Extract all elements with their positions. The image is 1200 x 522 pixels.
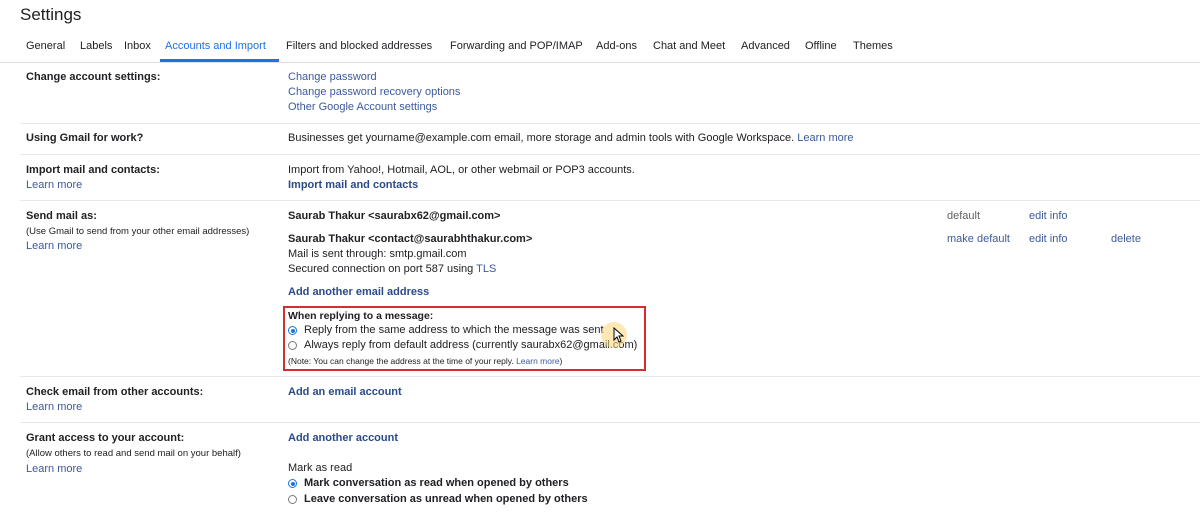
send-mail-label: Send mail as: (26, 210, 97, 222)
check-email-learn-more[interactable]: Learn more (26, 401, 82, 413)
add-email-account-button[interactable]: Add an email account (288, 386, 402, 398)
gmail-work-learn-more[interactable]: Learn more (797, 132, 853, 144)
mark-read-label[interactable]: Mark conversation as read when opened by… (304, 477, 569, 489)
gmail-work-description: Businesses get yourname@example.com emai… (288, 132, 795, 144)
gmail-work-label: Using Gmail for work? (26, 132, 144, 144)
active-tab-indicator (160, 59, 279, 62)
change-account-label: Change account settings: (26, 71, 161, 83)
add-email-address-button[interactable]: Add another email address (288, 286, 429, 298)
change-password-link[interactable]: Change password (288, 71, 377, 83)
row-divider (20, 200, 1200, 201)
send-mail-learn-more[interactable]: Learn more (26, 240, 82, 252)
edit-info-link-secondary[interactable]: edit info (1029, 233, 1068, 245)
mouse-cursor-icon (613, 327, 624, 343)
address-secondary: Saurab Thakur <contact@saurabhthakur.com… (288, 233, 533, 245)
reply-same-address-label[interactable]: Reply from the same address to which the… (304, 324, 604, 336)
tab-chat-and-meet[interactable]: Chat and Meet (653, 40, 725, 52)
address-primary: Saurab Thakur <saurabx62@gmail.com> (288, 210, 501, 222)
other-google-settings-link[interactable]: Other Google Account settings (288, 101, 437, 113)
grant-access-label: Grant access to your account: (26, 432, 185, 444)
row-divider (20, 422, 1200, 423)
row-divider (20, 154, 1200, 155)
tab-inbox[interactable]: Inbox (124, 40, 151, 52)
tab-general[interactable]: General (26, 40, 65, 52)
default-badge: default (947, 210, 981, 222)
tab-offline[interactable]: Offline (805, 40, 837, 52)
reply-note-text: (Note: You can change the address at the… (288, 356, 514, 366)
grant-access-learn-more[interactable]: Learn more (26, 463, 82, 475)
mark-as-read-heading: Mark as read (288, 462, 353, 474)
check-email-label: Check email from other accounts: (26, 386, 204, 398)
tls-info: Secured connection on port 587 using TLS (288, 263, 496, 275)
row-divider (20, 376, 1200, 377)
reply-default-address-radio[interactable] (288, 341, 297, 350)
import-mail-label: Import mail and contacts: (26, 164, 160, 176)
tab-themes[interactable]: Themes (853, 40, 893, 52)
reply-note: (Note: You can change the address at the… (288, 356, 562, 366)
make-default-link[interactable]: make default (947, 233, 1010, 245)
smtp-info: Mail is sent through: smtp.gmail.com (288, 248, 467, 260)
tab-filters[interactable]: Filters and blocked addresses (286, 40, 432, 52)
reply-heading: When replying to a message: (288, 310, 434, 322)
row-divider (20, 123, 1200, 124)
send-mail-sub: (Use Gmail to send from your other email… (26, 226, 250, 237)
tab-add-ons[interactable]: Add-ons (596, 40, 637, 52)
gmail-work-text: Businesses get yourname@example.com emai… (288, 132, 854, 144)
import-mail-learn-more[interactable]: Learn more (26, 179, 82, 191)
add-another-account-button[interactable]: Add another account (288, 432, 398, 444)
tls-link[interactable]: TLS (476, 263, 496, 275)
settings-tabs: General Labels Inbox Accounts and Import… (0, 34, 1200, 63)
tab-forwarding[interactable]: Forwarding and POP/IMAP (450, 40, 583, 52)
reply-note-suffix: ) (559, 356, 563, 366)
mark-read-radio[interactable] (288, 479, 297, 488)
leave-unread-radio[interactable] (288, 495, 297, 504)
tls-info-prefix: Secured connection on port 587 using (288, 263, 474, 275)
leave-unread-label[interactable]: Leave conversation as unread when opened… (304, 493, 588, 505)
import-mail-text: Import from Yahoo!, Hotmail, AOL, or oth… (288, 164, 635, 176)
edit-info-link-primary[interactable]: edit info (1029, 210, 1068, 222)
tab-accounts-and-import[interactable]: Accounts and Import (165, 40, 266, 52)
reply-default-address-label[interactable]: Always reply from default address (curre… (304, 339, 637, 351)
change-recovery-link[interactable]: Change password recovery options (288, 86, 460, 98)
tab-advanced[interactable]: Advanced (741, 40, 790, 52)
delete-link[interactable]: delete (1111, 233, 1141, 245)
tab-labels[interactable]: Labels (80, 40, 112, 52)
reply-note-learn-more[interactable]: Learn more (516, 356, 559, 366)
import-mail-button[interactable]: Import mail and contacts (288, 179, 418, 191)
page-title: Settings (20, 5, 82, 24)
grant-access-sub: (Allow others to read and send mail on y… (26, 448, 241, 459)
reply-same-address-radio[interactable] (288, 326, 297, 335)
